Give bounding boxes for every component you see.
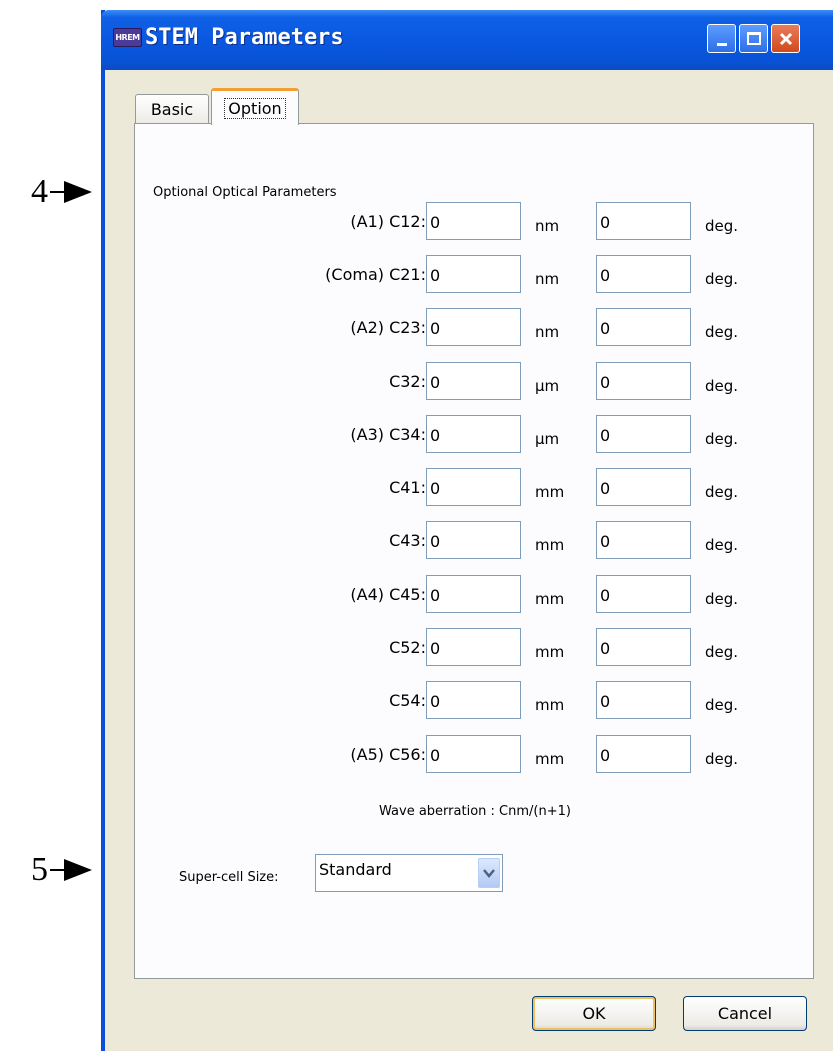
param-label: (A1) C12:: [350, 212, 426, 231]
c52-value-input[interactable]: [426, 628, 521, 666]
window-title: STEM Parameters: [145, 25, 344, 50]
c45-angle-input[interactable]: [596, 575, 691, 613]
c54-value-input[interactable]: [426, 681, 521, 719]
ok-button[interactable]: OK: [532, 996, 656, 1031]
param-unit: nm: [535, 323, 560, 341]
annotation-number: 5: [31, 851, 48, 888]
c34-angle-input[interactable]: [596, 415, 691, 453]
param-row-c12: (A1) C12: nm deg.: [135, 202, 815, 242]
angle-unit: deg.: [705, 696, 739, 714]
c41-angle-input[interactable]: [596, 468, 691, 506]
dropdown-button[interactable]: [478, 858, 500, 888]
param-unit: mm: [535, 483, 565, 501]
param-label: C54:: [389, 691, 426, 710]
c21-angle-input[interactable]: [596, 255, 691, 293]
app-icon: HREM: [113, 28, 142, 47]
wave-aberration-note: Wave aberration : Cnm/(n+1): [379, 804, 571, 819]
c12-value-input[interactable]: [426, 202, 521, 240]
annotation-number: 4: [31, 173, 48, 210]
chevron-down-icon: [483, 869, 495, 878]
super-cell-size-select[interactable]: Standard: [315, 854, 503, 892]
angle-unit: deg.: [705, 483, 739, 501]
c23-value-input[interactable]: [426, 308, 521, 346]
param-label: (A3) C34:: [350, 425, 426, 444]
param-row-c56: (A5) C56: mm deg.: [135, 735, 815, 775]
angle-unit: deg.: [705, 643, 739, 661]
maximize-button[interactable]: [739, 24, 768, 53]
param-label: (A2) C23:: [350, 318, 426, 337]
param-unit: mm: [535, 536, 565, 554]
stem-parameters-dialog: HREM STEM Parameters Basic Option Option…: [101, 10, 833, 1051]
c43-angle-input[interactable]: [596, 521, 691, 559]
cancel-button[interactable]: Cancel: [683, 996, 807, 1031]
tab-option[interactable]: Option: [211, 88, 299, 125]
param-unit: mm: [535, 696, 565, 714]
tab-label: Basic: [150, 100, 194, 119]
tab-basic[interactable]: Basic: [135, 94, 209, 124]
param-row-c45: (A4) C45: mm deg.: [135, 575, 815, 615]
param-row-c52: C52: mm deg.: [135, 628, 815, 668]
c56-angle-input[interactable]: [596, 735, 691, 773]
angle-unit: deg.: [705, 590, 739, 608]
angle-unit: deg.: [705, 536, 739, 554]
c43-value-input[interactable]: [426, 521, 521, 559]
c23-angle-input[interactable]: [596, 308, 691, 346]
param-unit: μm: [535, 377, 560, 395]
angle-unit: deg.: [705, 270, 739, 288]
angle-unit: deg.: [705, 323, 739, 341]
annotation-4: 4: [0, 173, 92, 211]
option-panel: Optional Optical Parameters (A1) C12: nm…: [134, 123, 814, 979]
close-icon: [779, 32, 792, 45]
param-label: C32:: [389, 372, 426, 391]
minimize-button[interactable]: [707, 24, 736, 53]
arrow-right-icon: [50, 181, 92, 203]
param-row-c54: C54: mm deg.: [135, 681, 815, 721]
param-row-c23: (A2) C23: nm deg.: [135, 308, 815, 348]
c56-value-input[interactable]: [426, 735, 521, 773]
param-label: C52:: [389, 638, 426, 657]
angle-unit: deg.: [705, 750, 739, 768]
param-label: (A5) C56:: [350, 745, 426, 764]
param-row-c21: (Coma) C21: nm deg.: [135, 255, 815, 295]
param-row-c32: C32: μm deg.: [135, 362, 815, 402]
section-title: Optional Optical Parameters: [153, 185, 337, 200]
param-unit: nm: [535, 270, 560, 288]
param-label: C43:: [389, 531, 426, 550]
param-unit: mm: [535, 750, 565, 768]
c45-value-input[interactable]: [426, 575, 521, 613]
c32-angle-input[interactable]: [596, 362, 691, 400]
angle-unit: deg.: [705, 377, 739, 395]
minimize-icon: [716, 43, 727, 46]
tab-label: Option: [224, 97, 286, 119]
arrow-right-icon: [50, 859, 92, 881]
param-label: (Coma) C21:: [325, 265, 426, 284]
c21-value-input[interactable]: [426, 255, 521, 293]
c41-value-input[interactable]: [426, 468, 521, 506]
c34-value-input[interactable]: [426, 415, 521, 453]
annotation-5: 5: [0, 851, 92, 889]
param-unit: mm: [535, 590, 565, 608]
param-row-c41: C41: mm deg.: [135, 468, 815, 508]
c32-value-input[interactable]: [426, 362, 521, 400]
select-value: Standard: [319, 860, 392, 879]
close-button[interactable]: [771, 24, 800, 53]
super-cell-size-label: Super-cell Size:: [179, 870, 279, 885]
c52-angle-input[interactable]: [596, 628, 691, 666]
param-row-c43: C43: mm deg.: [135, 521, 815, 561]
param-row-c34: (A3) C34: μm deg.: [135, 415, 815, 455]
c12-angle-input[interactable]: [596, 202, 691, 240]
maximize-icon: [746, 32, 761, 45]
angle-unit: deg.: [705, 217, 739, 235]
param-label: C41:: [389, 478, 426, 497]
angle-unit: deg.: [705, 430, 739, 448]
param-unit: μm: [535, 430, 560, 448]
param-unit: mm: [535, 643, 565, 661]
c54-angle-input[interactable]: [596, 681, 691, 719]
param-label: (A4) C45:: [350, 585, 426, 604]
param-unit: nm: [535, 217, 560, 235]
title-bar[interactable]: HREM STEM Parameters: [101, 10, 833, 70]
